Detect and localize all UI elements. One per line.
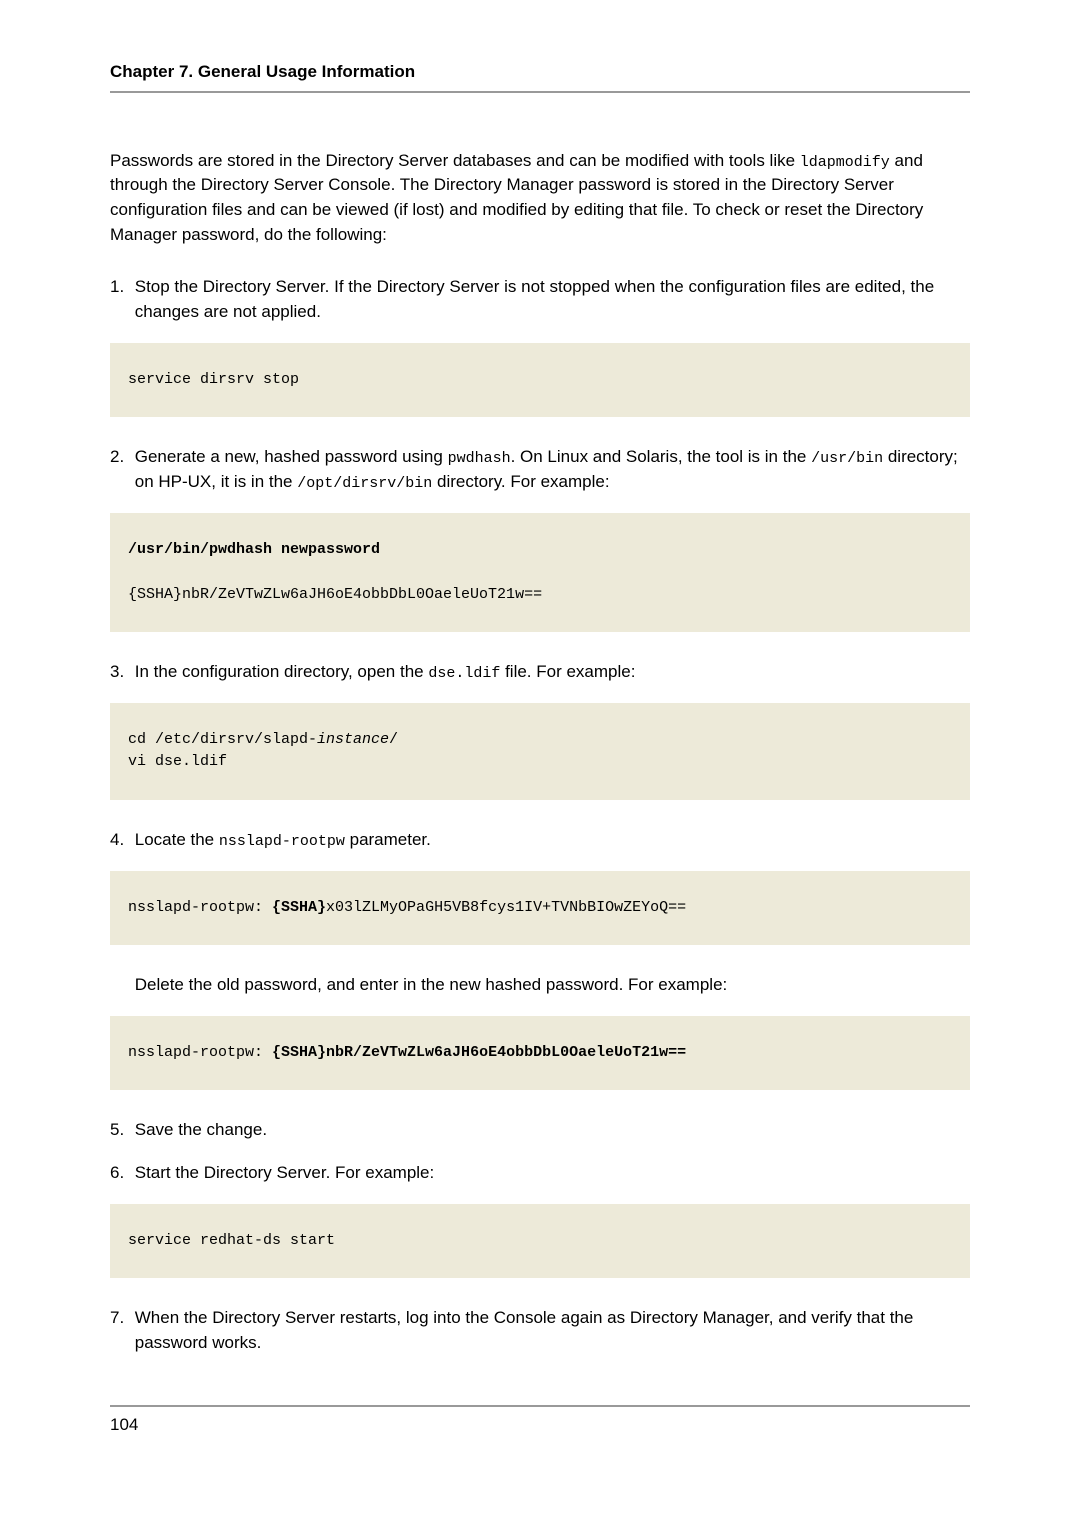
code3-l1b: / [389,731,398,748]
step-2-c3: /opt/dirsrv/bin [297,475,432,492]
step-4-num: 4. [110,828,130,853]
code3-l2: vi dse.ldif [128,753,227,770]
step-3-text: In the configuration directory, open the… [135,660,969,685]
code5-b: {SSHA}nbR/ZeVTwZLw6aJH6oE4obbDbL0OaeleUo… [272,1044,686,1061]
step-7-text: When the Directory Server restarts, log … [135,1306,969,1355]
step-4-t1: Locate the [135,830,219,849]
page-footer: 104 [110,1405,970,1438]
code2-rest: {SSHA}nbR/ZeVTwZLw6aJH6oE4obbDbL0OaeleUo… [128,586,542,603]
step-4-t2: parameter. [345,830,431,849]
step-7: 7. When the Directory Server restarts, l… [110,1306,970,1355]
step-5: 5. Save the change. [110,1118,970,1143]
step-4-c1: nsslapd-rootpw [219,833,345,850]
intro-text-1: Passwords are stored in the Directory Se… [110,151,800,170]
code4-a: nsslapd-rootpw: [128,899,272,916]
code2-bold: /usr/bin/pwdhash newpassword [128,541,380,558]
step-2-t4: directory. For example: [432,472,609,491]
step-3-t1: In the configuration directory, open the [135,662,429,681]
step-3: 3. In the configuration directory, open … [110,660,970,685]
step-4b-text: Delete the old password, and enter in th… [135,973,969,998]
code-block-2: /usr/bin/pwdhash newpassword {SSHA}nbR/Z… [110,513,970,633]
code-block-3: cd /etc/dirsrv/slapd-instance/ vi dse.ld… [110,703,970,800]
step-2-c2: /usr/bin [811,450,883,467]
step-2-c1: pwdhash [448,450,511,467]
intro-paragraph: Passwords are stored in the Directory Se… [110,149,970,248]
page-number: 104 [110,1415,138,1434]
code3-l1i: instance [317,731,389,748]
code3-l1a: cd /etc/dirsrv/slapd- [128,731,317,748]
step-3-num: 3. [110,660,130,685]
step-5-text: Save the change. [135,1118,969,1143]
step-6-text: Start the Directory Server. For example: [135,1161,969,1186]
code5-a: nsslapd-rootpw: [128,1044,272,1061]
step-2-t1: Generate a new, hashed password using [135,447,448,466]
code4-c: x03lZLMyOPaGH5VB8fcys1IV+TVNbBIOwZEYoQ== [326,899,686,916]
step-4-text: Locate the nsslapd-rootpw parameter. [135,828,969,853]
step-1: 1. Stop the Directory Server. If the Dir… [110,275,970,324]
code-block-6: service redhat-ds start [110,1204,970,1279]
step-1-num: 1. [110,275,130,300]
step-4b: Delete the old password, and enter in th… [110,973,970,998]
step-1-text: Stop the Directory Server. If the Direct… [135,275,969,324]
step-2-text: Generate a new, hashed password using pw… [135,445,969,495]
code-block-5: nsslapd-rootpw: {SSHA}nbR/ZeVTwZLw6aJH6o… [110,1016,970,1091]
code-block-4: nsslapd-rootpw: {SSHA}x03lZLMyOPaGH5VB8f… [110,871,970,946]
step-2-num: 2. [110,445,130,470]
code-block-1: service dirsrv stop [110,343,970,418]
step-4: 4. Locate the nsslapd-rootpw parameter. [110,828,970,853]
step-5-num: 5. [110,1118,130,1143]
step-6-num: 6. [110,1161,130,1186]
step-2: 2. Generate a new, hashed password using… [110,445,970,495]
chapter-header: Chapter 7. General Usage Information [110,60,970,93]
step-3-c1: dse.ldif [428,665,500,682]
step-7-num: 7. [110,1306,130,1331]
intro-code-1: ldapmodify [800,154,890,171]
code4-b: {SSHA} [272,899,326,916]
step-6: 6. Start the Directory Server. For examp… [110,1161,970,1186]
step-2-t2: . On Linux and Solaris, the tool is in t… [511,447,812,466]
step-3-t2: file. For example: [500,662,635,681]
